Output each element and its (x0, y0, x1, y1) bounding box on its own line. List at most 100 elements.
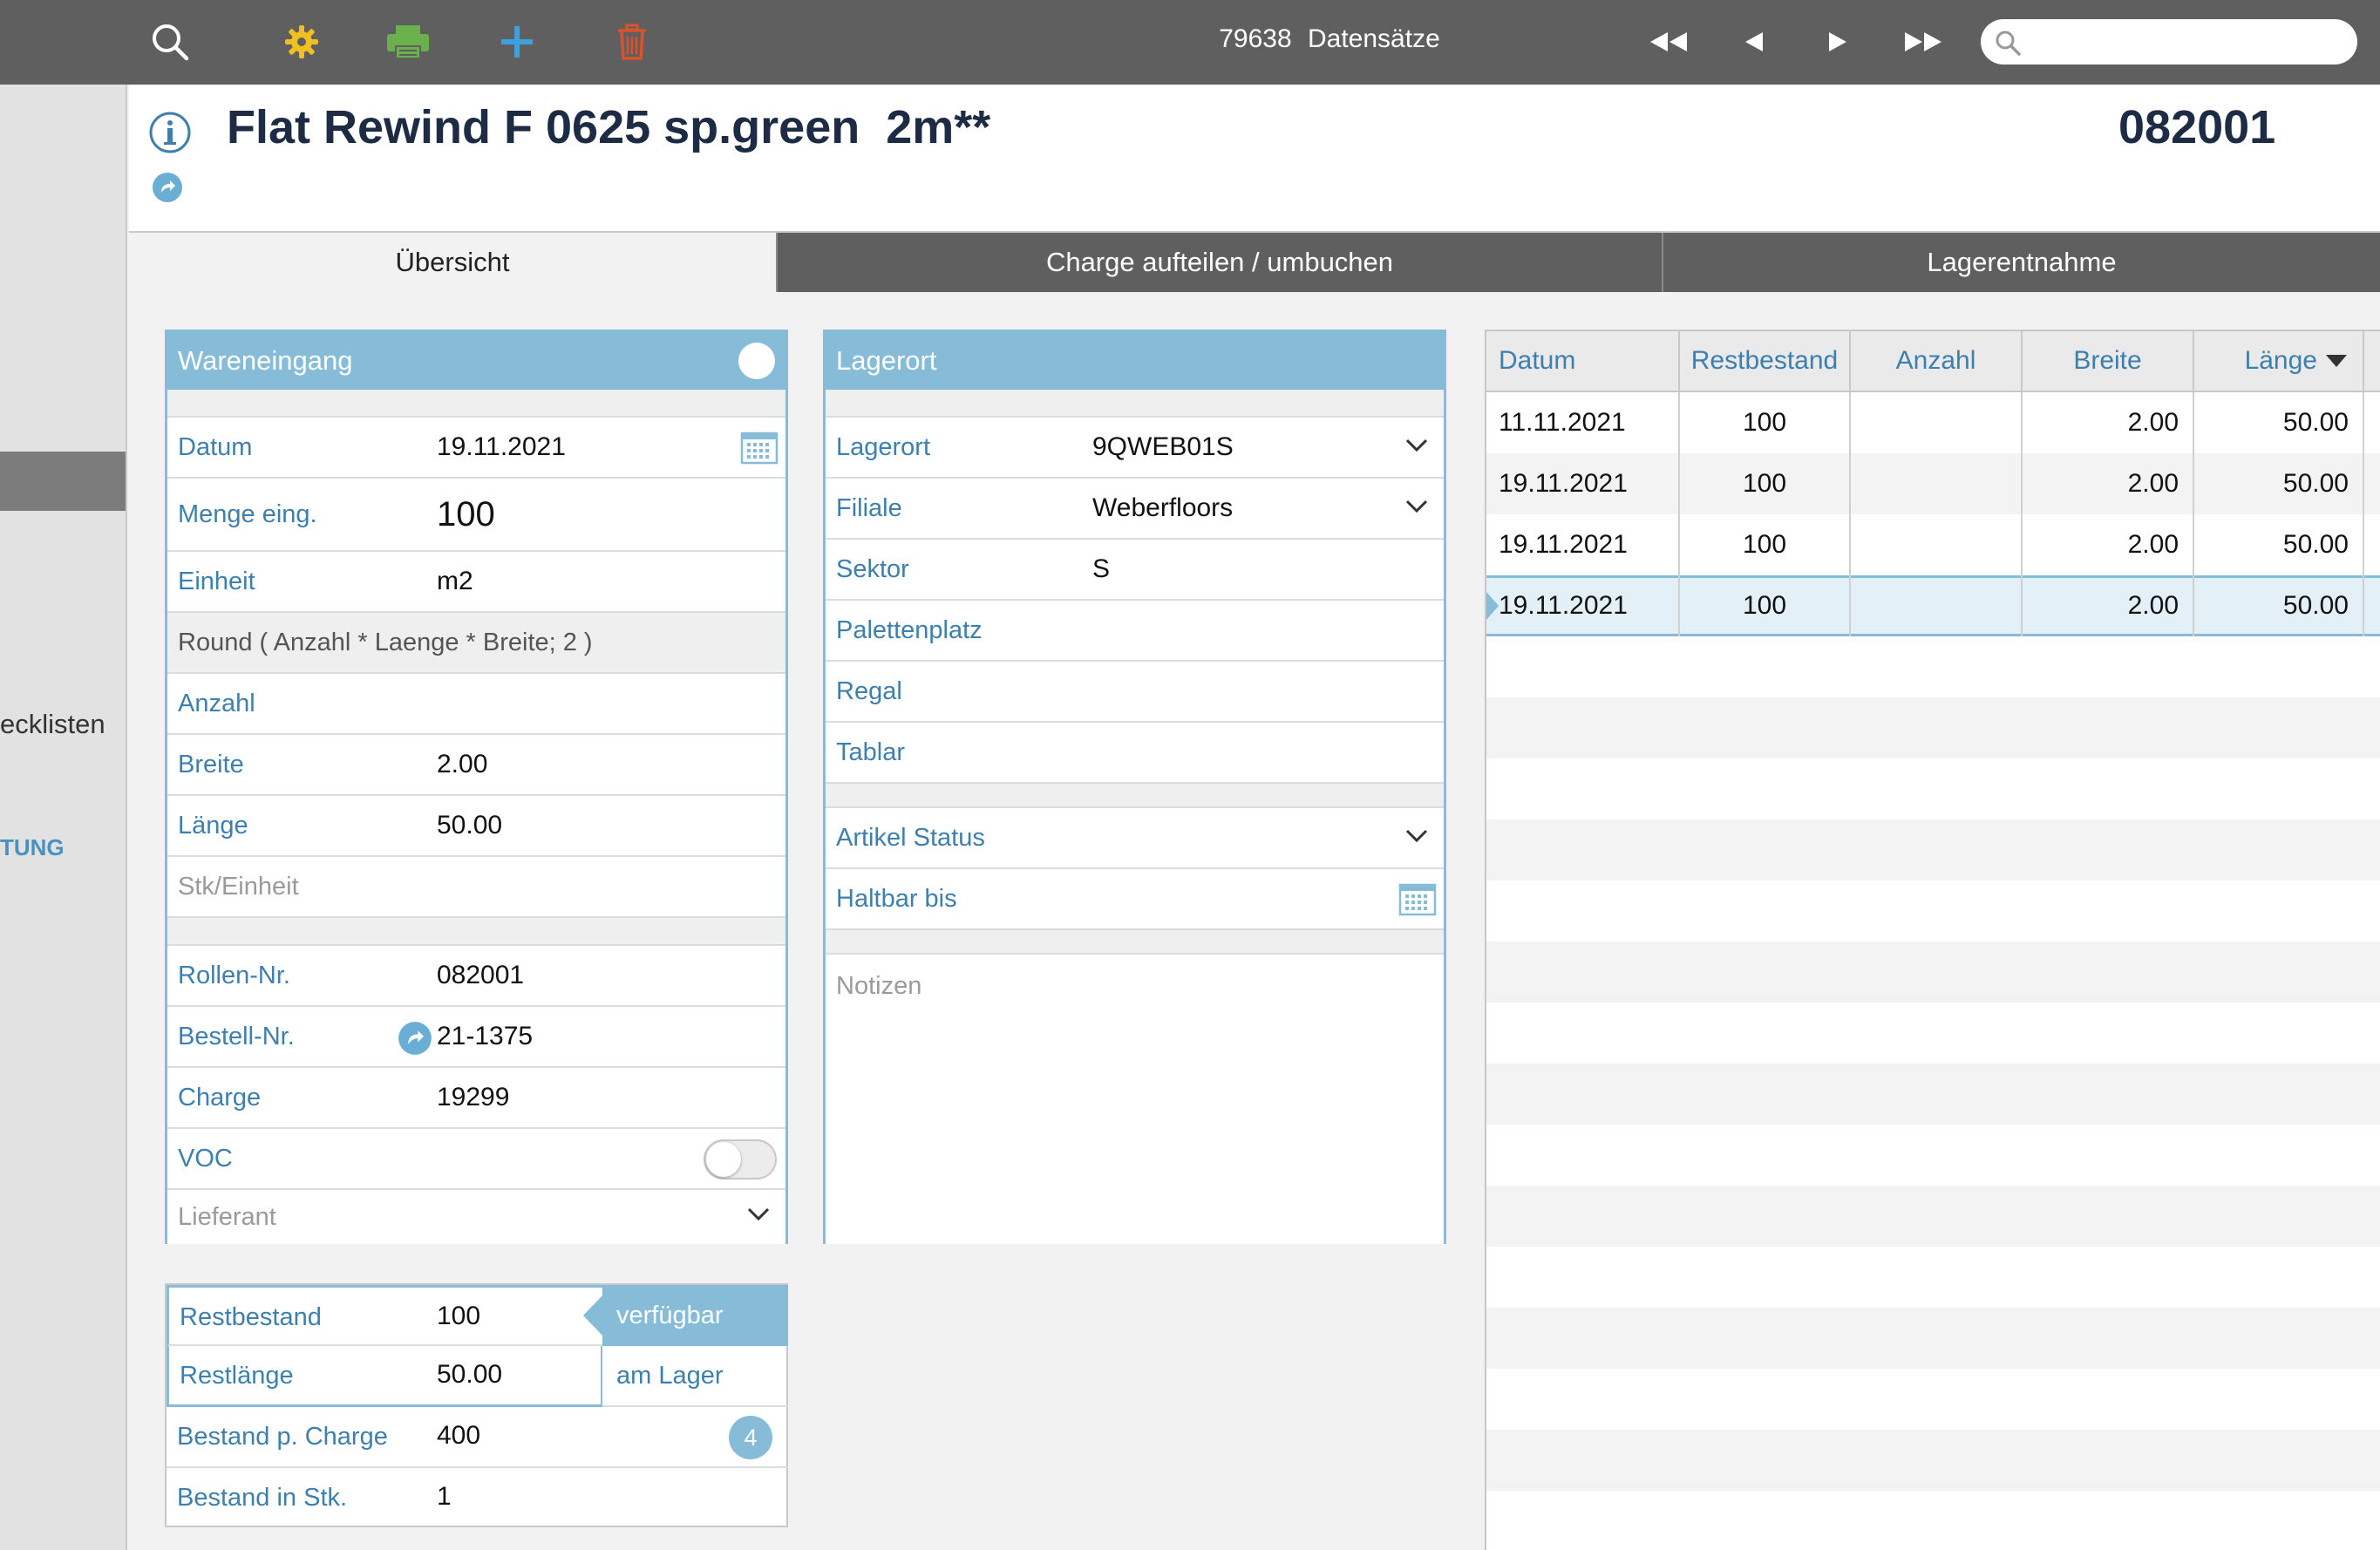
chevron-down-icon[interactable] (747, 1207, 770, 1226)
laenge-field[interactable]: 50.00 (437, 811, 502, 840)
voc-label: VOC (178, 1144, 233, 1173)
status-badge: verfügbar (583, 1285, 788, 1346)
empty-row (1486, 880, 2380, 942)
tab-split-charge[interactable]: Charge aufteilen / umbuchen (776, 233, 1662, 292)
notes-field[interactable]: Notizen (826, 955, 1444, 1244)
storage-location-panel: Lagerort Lagerort 9QWEB01S Filiale Weber… (823, 330, 1446, 1244)
sektor-field[interactable]: S (1092, 554, 1110, 584)
filiale-select[interactable]: Weberfloors (1092, 493, 1233, 523)
anzahl-row: Anzahl (167, 674, 785, 735)
charge-count-badge[interactable]: 4 (729, 1416, 772, 1459)
datum-label: Datum (178, 432, 253, 461)
haltbar-label: Haltbar bis (836, 884, 957, 913)
table-row[interactable]: 19.11.2021 100 2.00 50.00 (1486, 575, 2380, 636)
column-header-datum[interactable]: Datum (1486, 331, 1680, 392)
table-cell-breite: 2.00 (2023, 453, 2194, 514)
table-cell-extra (2364, 514, 2380, 575)
search-icon[interactable] (146, 17, 194, 66)
next-record-icon[interactable] (1812, 19, 1864, 65)
first-record-icon[interactable] (1642, 19, 1695, 65)
tab-stock-removal[interactable]: Lagerentnahme (1662, 233, 2380, 292)
lieferant-row[interactable]: Lieferant (167, 1190, 785, 1244)
stk-row: Stk/Einheit (167, 857, 785, 918)
print-icon[interactable] (384, 17, 432, 66)
restlaenge-value: 50.00 (437, 1360, 503, 1389)
goods-receipt-toggle[interactable] (738, 343, 775, 379)
palettenplatz-row[interactable]: Palettenplatz (826, 601, 1444, 662)
gear-icon[interactable] (277, 17, 326, 66)
calendar-icon[interactable] (1398, 883, 1437, 921)
einheit-field[interactable]: m2 (437, 567, 473, 596)
table-cell-anzahl (1851, 453, 2023, 514)
chevron-down-icon[interactable] (1405, 438, 1428, 457)
page-title: Flat Rewind F 0625 sp.green 2m** (227, 101, 991, 153)
filiale-row[interactable]: Filiale Weberfloors (826, 479, 1444, 540)
tab-bar: Übersicht Charge aufteilen / umbuchen La… (129, 233, 2380, 292)
table-cell-rest: 100 (1680, 392, 1851, 453)
bestell-label: Bestell-Nr. (178, 1022, 295, 1050)
record-count-label: Datensätze (1308, 24, 1440, 53)
haltbar-row[interactable]: Haltbar bis (826, 869, 1444, 930)
column-header-extra[interactable] (2364, 331, 2380, 392)
sidebar-item-checklists[interactable]: ecklisten (0, 709, 105, 740)
empty-row (1486, 697, 2380, 758)
regal-row[interactable]: Regal (826, 662, 1444, 723)
sidebar-section-heading: TUNG (0, 834, 65, 860)
rollen-field[interactable]: 082001 (437, 961, 524, 990)
column-header-breite[interactable]: Breite (2023, 331, 2194, 392)
sektor-label: Sektor (836, 554, 909, 583)
column-header-laenge[interactable]: Länge (2194, 331, 2364, 392)
table-cell-laenge: 50.00 (2194, 453, 2364, 514)
toolbar-search[interactable] (1981, 19, 2357, 65)
voc-toggle[interactable] (704, 1139, 777, 1179)
menge-field[interactable]: 100 (437, 495, 495, 534)
table-row[interactable]: 19.11.2021 100 2.00 50.00 (1486, 514, 2380, 575)
stk-field[interactable]: Stk/Einheit (178, 873, 299, 901)
bestand-charge-label: Bestand p. Charge (177, 1423, 388, 1451)
goto-arrow-icon[interactable] (152, 172, 183, 207)
breite-field[interactable]: 2.00 (437, 750, 487, 779)
goods-receipt-header: Wareneingang (167, 332, 785, 390)
table-cell-datum: 11.11.2021 (1486, 392, 1680, 453)
charge-row: Charge 19299 (167, 1068, 785, 1129)
chevron-down-icon[interactable] (1405, 829, 1428, 847)
add-icon[interactable] (493, 17, 541, 66)
status-row[interactable]: Artikel Status (826, 808, 1444, 869)
empty-row (1486, 1308, 2380, 1369)
column-header-anzahl[interactable]: Anzahl (1851, 331, 2023, 392)
regal-label: Regal (836, 676, 902, 705)
record-number: 082001 (2118, 101, 2276, 153)
tablar-label: Tablar (836, 738, 905, 766)
table-row[interactable]: 11.11.2021 100 2.00 50.00 (1486, 392, 2380, 453)
calendar-icon[interactable] (740, 432, 779, 469)
spacer (826, 784, 1444, 808)
sidebar-selected-item[interactable] (0, 452, 126, 511)
table-cell-laenge: 50.00 (2194, 514, 2364, 575)
table-cell-laenge: 50.00 (2194, 575, 2364, 636)
trash-icon[interactable] (608, 17, 656, 66)
tab-overview[interactable]: Übersicht (129, 233, 776, 292)
table-cell-rest: 100 (1680, 514, 1851, 575)
toolbar-search-input[interactable] (2037, 24, 2342, 59)
charge-field[interactable]: 19299 (437, 1083, 509, 1112)
goto-order-icon[interactable] (398, 1021, 432, 1060)
last-record-icon[interactable] (1897, 19, 1949, 65)
previous-record-icon[interactable] (1728, 19, 1780, 65)
empty-row (1486, 1125, 2380, 1186)
record-header: Flat Rewind F 0625 sp.green 2m** 082001 (129, 85, 2380, 233)
chevron-down-icon[interactable] (1405, 500, 1428, 518)
datum-field[interactable]: 19.11.2021 (437, 432, 566, 462)
empty-row (1486, 1491, 2380, 1550)
lagerort-row[interactable]: Lagerort 9QWEB01S (826, 418, 1444, 479)
charge-label: Charge (178, 1083, 262, 1112)
table-row[interactable]: 19.11.2021 100 2.00 50.00 (1486, 453, 2380, 514)
bestell-field[interactable]: 21-1375 (437, 1022, 533, 1051)
lieferant-field[interactable]: Lieferant (178, 1203, 276, 1232)
info-icon[interactable] (148, 111, 192, 159)
tablar-row[interactable]: Tablar (826, 723, 1444, 784)
lagerort-select[interactable]: 9QWEB01S (1092, 432, 1234, 462)
bestand-stk-row: Bestand in Stk. 1 (167, 1468, 788, 1529)
table-cell-extra (2364, 392, 2380, 453)
search-field-icon (1996, 31, 2021, 56)
column-header-restbestand[interactable]: Restbestand (1680, 331, 1851, 392)
